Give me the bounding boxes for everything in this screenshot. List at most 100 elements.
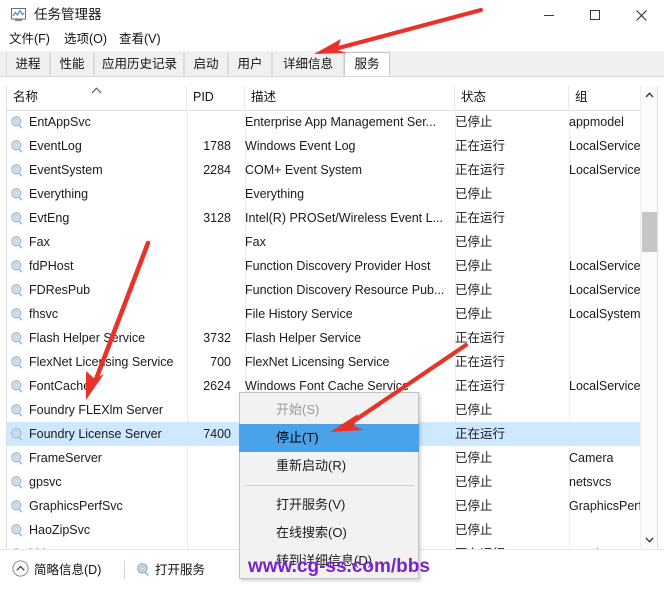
close-button[interactable] [618, 0, 664, 30]
tab-strip: 进程 性能 应用历史记录 启动 用户 详细信息 服务 [0, 51, 664, 77]
scroll-up-button[interactable] [641, 86, 657, 103]
cell-status: 已停止 [455, 475, 493, 489]
service-gear-icon [10, 403, 25, 418]
table-row[interactable]: EventLog 1788 Windows Event Log 正在运行 LocalSe… [7, 134, 657, 158]
table-row[interactable]: Fax Fax 已停止 [7, 230, 657, 254]
column-header-label: PID [193, 90, 214, 104]
cell-description: Flash Helper Service [245, 331, 362, 345]
service-gear-icon [10, 499, 25, 514]
maximize-button[interactable] [572, 0, 618, 30]
site-watermark: www.cg-ss.com/bbs [248, 556, 430, 577]
ctx-open-services[interactable]: 打开服务(V) [240, 491, 418, 519]
cell-description: Windows Event Log [245, 139, 356, 153]
window-title: 任务管理器 [34, 7, 102, 22]
service-gear-icon [10, 283, 25, 298]
chevron-down-icon [644, 537, 654, 543]
scroll-down-button[interactable] [641, 531, 657, 548]
tab-3[interactable]: 应用历史记录 [94, 53, 184, 75]
service-context-menu: 开始(S) 停止(T) 重新启动(R) 打开服务(V) 在线搜索(O) 转到详细信息(D) [239, 392, 419, 579]
cell-status: 已停止 [455, 115, 493, 129]
menu-item-view[interactable]: 查看(V) [117, 31, 163, 48]
column-header-label: 组 [575, 90, 588, 104]
tab-5[interactable]: 用户 [228, 53, 272, 75]
cell-status: 已停止 [455, 523, 493, 537]
cell-description: COM+ Event System [245, 163, 363, 177]
tab-4[interactable]: 启动 [184, 53, 228, 75]
tab-2[interactable]: 性能 [50, 53, 94, 75]
table-row[interactable]: Flash Helper Service 3732 Flash Helper Ser… [7, 326, 657, 350]
column-header-name[interactable]: 名称 [7, 86, 187, 109]
service-gear-icon [10, 307, 25, 322]
table-row[interactable]: FlexNet Licensing Service 700 FlexNet Lice… [7, 350, 657, 374]
tab-1[interactable]: 进程 [6, 53, 50, 75]
fewer-details-button[interactable]: 简略信息(D) [12, 560, 101, 580]
cell-name: GraphicsPerfSvc [29, 499, 123, 513]
table-row[interactable]: EntAppSvc Enterprise App Management Ser..… [7, 110, 657, 134]
table-row[interactable]: fhsvc File History Service 已停止 LocalSystem.… [7, 302, 657, 326]
cell-name: Foundry FLEXlm Server [29, 403, 164, 417]
cell-name: FrameServer [29, 451, 102, 465]
cell-pid [187, 302, 239, 326]
ctx-search-online[interactable]: 在线搜索(O) [240, 519, 418, 547]
service-gear-icon [10, 355, 25, 370]
cell-name: hidserv [29, 542, 187, 549]
cell-pid [187, 182, 239, 206]
tab-label: 详细信息 [282, 57, 333, 71]
services-gear-icon [136, 562, 151, 583]
service-gear-icon [10, 475, 25, 490]
table-row[interactable]: fdPHost Function Discovery Provider Host 已… [7, 254, 657, 278]
menu-item-file[interactable]: 文件(F) [7, 31, 52, 48]
cell-status: 已停止 [455, 403, 493, 417]
scrollbar-thumb[interactable] [642, 212, 657, 252]
cell-name: Foundry License Server [29, 427, 162, 441]
cell-pid: 3128 [203, 211, 231, 225]
open-services-link[interactable]: 打开服务 [136, 560, 205, 580]
ctx-restart[interactable]: 重新启动(R) [240, 452, 418, 480]
cell-status: 已停止 [455, 307, 493, 321]
minimize-button[interactable] [526, 0, 572, 30]
service-gear-icon [10, 523, 25, 538]
service-gear-icon [10, 187, 25, 202]
cell-status: 已停止 [455, 235, 493, 249]
cell-pid [187, 110, 239, 134]
minimize-icon [544, 15, 554, 16]
cell-name: FontCache [29, 379, 91, 393]
cell-status: 正在运行 [455, 139, 506, 153]
service-gear-icon [10, 115, 25, 130]
column-header-pid[interactable]: PID [187, 86, 245, 109]
tab-6[interactable]: 详细信息 [272, 53, 344, 75]
service-gear-icon [10, 163, 25, 178]
cell-name: fdPHost [29, 259, 74, 273]
cell-description: FlexNet Licensing Service [245, 355, 390, 369]
cell-status: 已停止 [455, 187, 493, 201]
table-row[interactable]: Everything Everything 已停止 [7, 182, 657, 206]
cell-pid [187, 254, 239, 278]
cell-status: 正在运行 [455, 331, 506, 345]
service-gear-icon [10, 235, 25, 250]
column-header-status[interactable]: 状态 [455, 86, 569, 109]
context-menu-label: 开始(S) [276, 402, 320, 417]
cell-name: fhsvc [29, 307, 59, 321]
vertical-scrollbar[interactable] [640, 86, 657, 548]
table-row[interactable]: EventSystem 2284 COM+ Event System 正在运行 Loca… [7, 158, 657, 182]
service-gear-icon [10, 379, 25, 394]
table-row[interactable]: FDResPub Function Discovery Resource Pub.… [7, 278, 657, 302]
column-header-label: 名称 [13, 90, 39, 104]
cell-name: Fax [29, 235, 50, 249]
cell-status: 已停止 [455, 283, 493, 297]
collapse-circle-icon [12, 560, 29, 583]
ctx-stop[interactable]: 停止(T) [239, 424, 419, 452]
menu-item-options[interactable]: 选项(O) [62, 31, 109, 48]
cell-status: 正在运行 [455, 427, 506, 441]
context-menu-label: 停止(T) [276, 430, 319, 445]
service-gear-icon [10, 259, 25, 274]
tab-7[interactable]: 服务 [344, 52, 390, 76]
tab-label: 进程 [15, 57, 41, 71]
cell-name: FDResPub [29, 283, 91, 297]
cell-pid: 1788 [203, 139, 231, 153]
cell-pid [187, 470, 239, 494]
cell-description: Function Discovery Provider Host [245, 259, 431, 273]
column-header-description[interactable]: 描述 [245, 86, 455, 109]
table-row[interactable]: EvtEng 3128 Intel(R) PROSet/Wireless Event… [7, 206, 657, 230]
tab-label: 用户 [237, 57, 263, 71]
